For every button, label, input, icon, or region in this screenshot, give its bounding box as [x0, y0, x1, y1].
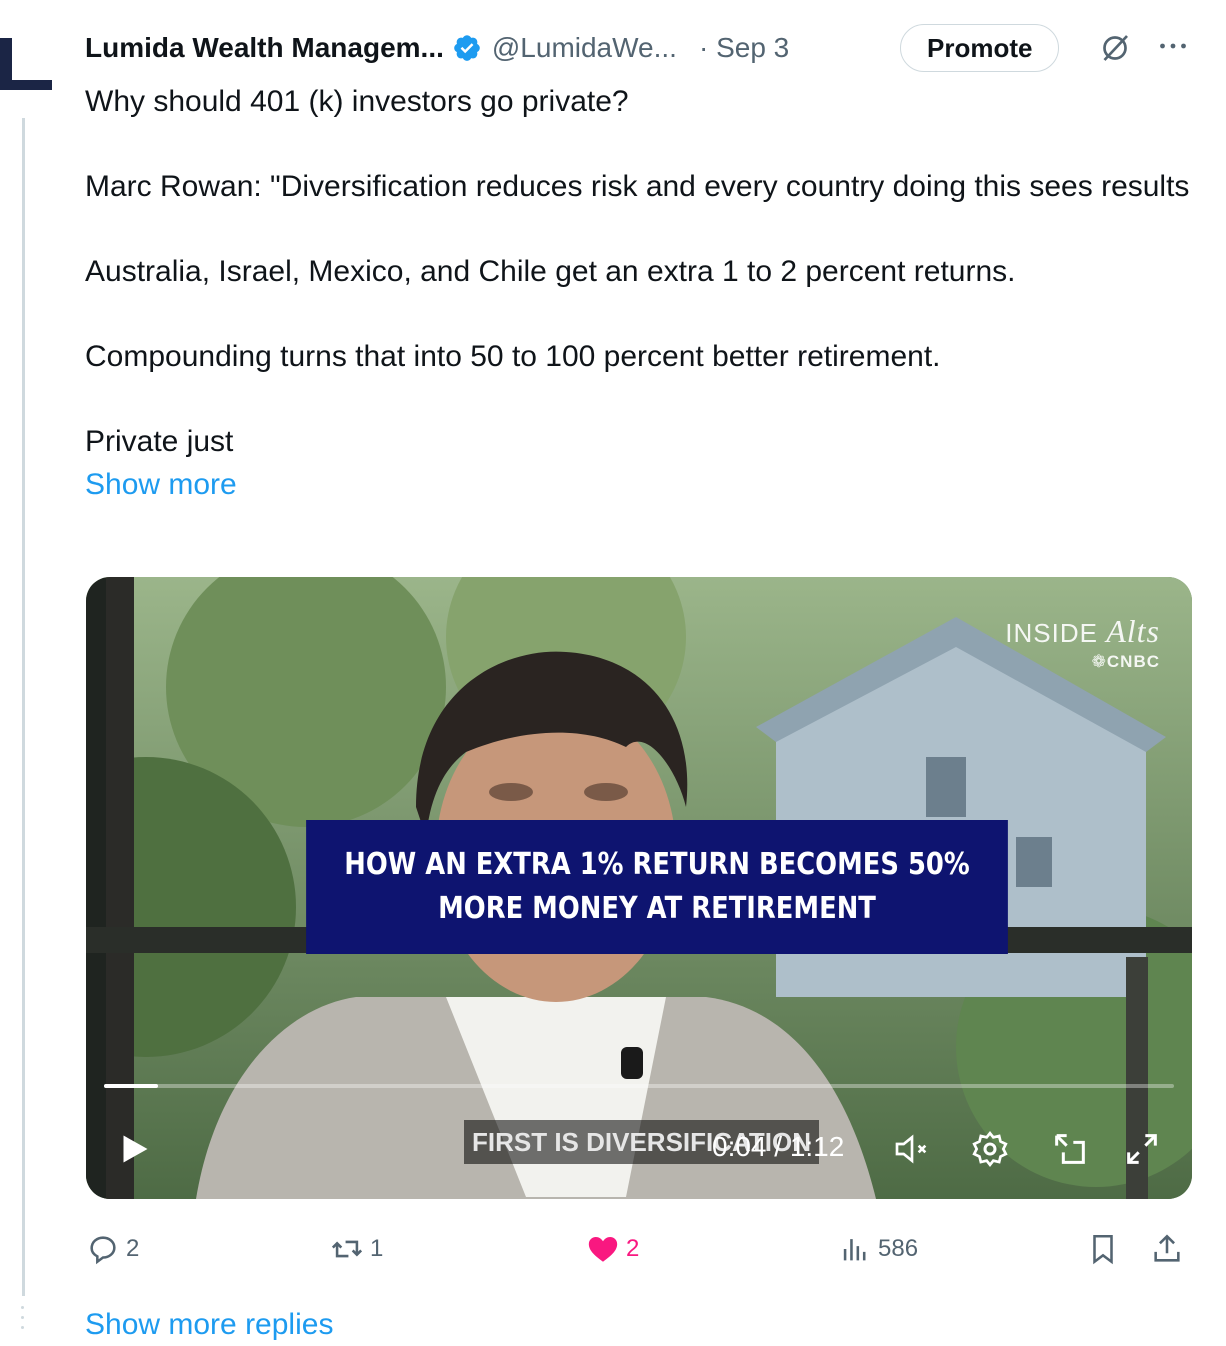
reply-icon — [90, 1236, 116, 1265]
post-text: Why should 401 (k) investors go private?… — [85, 80, 1205, 506]
promote-button[interactable]: Promote — [900, 24, 1060, 72]
post-text-line: Private just — [85, 425, 234, 458]
post-text-line: Why should 401 (k) investors go private? — [85, 85, 629, 118]
reply-button[interactable]: 2 — [86, 1226, 139, 1272]
verified-badge-icon — [454, 35, 480, 61]
video-timecode: 0:04 / 1:12 — [712, 1131, 845, 1162]
reply-count: 2 — [126, 1235, 140, 1262]
like-button[interactable]: 2 — [586, 1226, 639, 1272]
play-icon[interactable] — [116, 1129, 152, 1169]
grok-icon[interactable] — [1097, 30, 1133, 66]
show-more-replies-link[interactable]: Show more replies — [85, 1308, 333, 1342]
action-bar: 2 1 2 586 — [86, 1226, 1196, 1276]
post-date[interactable]: · Sep 3 — [699, 32, 789, 64]
video-progress-fill — [104, 1084, 158, 1088]
views-button[interactable]: 586 — [838, 1226, 918, 1272]
views-count: 586 — [878, 1235, 919, 1262]
post-text-line: Marc Rowan: "Diversification reduces ris… — [85, 170, 1190, 203]
post-text-line: Australia, Israel, Mexico, and Chile get… — [85, 255, 1016, 288]
share-button[interactable] — [1150, 1226, 1190, 1272]
repost-count: 1 — [370, 1235, 384, 1262]
repost-button[interactable]: 1 — [330, 1226, 383, 1272]
thread-dots — [21, 1306, 25, 1338]
post-header: Lumida Wealth Managem... @LumidaWe... · … — [85, 22, 1205, 74]
bookmark-icon — [1093, 1234, 1113, 1265]
repost-icon — [331, 1240, 363, 1258]
share-icon — [1154, 1234, 1180, 1262]
settings-icon[interactable] — [970, 1129, 1010, 1169]
pip-icon[interactable] — [1050, 1129, 1090, 1169]
show-more-link[interactable]: Show more — [85, 463, 1205, 506]
author-name[interactable]: Lumida Wealth Managem... — [85, 32, 444, 64]
inside-alts-cnbc-logo: INSIDE Alts ❁CNBC — [1005, 613, 1160, 671]
video-progress-bar[interactable] — [104, 1084, 1174, 1088]
like-count: 2 — [626, 1235, 640, 1262]
bookmark-button[interactable] — [1086, 1226, 1126, 1272]
author-avatar[interactable] — [0, 20, 60, 96]
views-icon — [843, 1239, 866, 1261]
peacock-icon: ❁ — [1091, 652, 1107, 671]
post-text-line: Compounding turns that into 50 to 100 pe… — [85, 340, 941, 373]
video-player[interactable]: INSIDE Alts ❁CNBC HOW AN EXTRA 1% RETURN… — [86, 577, 1192, 1199]
heart-filled-icon — [588, 1236, 618, 1262]
more-options-icon[interactable] — [1155, 28, 1191, 64]
mute-icon[interactable] — [892, 1129, 932, 1169]
thread-line — [22, 118, 25, 1296]
fullscreen-icon[interactable] — [1122, 1129, 1162, 1169]
author-handle[interactable]: @LumidaWe... — [492, 32, 677, 64]
video-headline: HOW AN EXTRA 1% RETURN BECOMES 50% MORE … — [306, 820, 1008, 954]
